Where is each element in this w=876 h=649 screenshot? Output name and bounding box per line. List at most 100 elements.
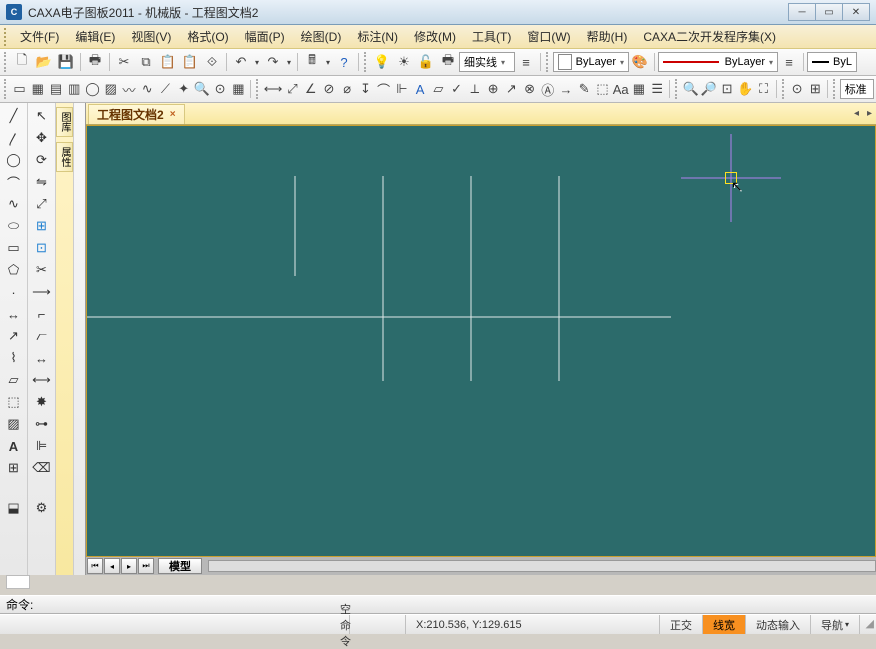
wave-icon[interactable]: 〰 [120, 78, 138, 100]
ray-icon[interactable]: ↗ [3, 327, 25, 345]
side-tab-2[interactable]: 属性 [56, 142, 73, 172]
print-icon[interactable]: 🖶 [84, 51, 106, 73]
color-wheel-icon[interactable]: 🎨 [629, 51, 651, 73]
status-ortho[interactable]: 正交 [660, 615, 703, 634]
section-icon[interactable]: ⊗ [520, 78, 538, 100]
extend-icon[interactable]: ⟶ [31, 283, 53, 301]
boundary-icon[interactable]: ⬚ [3, 393, 25, 411]
help-icon[interactable]: ? [333, 51, 355, 73]
center-icon[interactable]: ⊕ [484, 78, 502, 100]
model-tab[interactable]: 模型 [158, 558, 202, 574]
save-icon[interactable]: 💾 [55, 51, 77, 73]
region-icon[interactable]: ▱ [3, 371, 25, 389]
resize-grip-icon[interactable]: ◢ [860, 617, 876, 632]
hscroll-track[interactable] [208, 560, 876, 572]
hatch2-icon[interactable]: ▨ [3, 415, 25, 433]
rect-icon[interactable]: ▭ [3, 239, 25, 257]
table-icon[interactable]: ▦ [229, 78, 247, 100]
prev-layout-icon[interactable]: ◂ [104, 558, 120, 574]
dim-arc-icon[interactable]: ⌒ [375, 78, 393, 100]
override-icon[interactable]: ⬚ [593, 78, 611, 100]
spline-icon[interactable]: ∿ [3, 195, 25, 213]
erase-icon[interactable]: ⌫ [31, 459, 53, 477]
rev-icon[interactable]: ▤ [47, 78, 65, 100]
leader-icon[interactable]: ↗ [502, 78, 520, 100]
menu-view[interactable]: 视图(V) [123, 26, 179, 47]
toolbar2-grip-5[interactable] [833, 79, 837, 99]
minimize-button[interactable]: ─ [788, 3, 816, 21]
style-icon[interactable]: Aa [612, 78, 630, 100]
menu-modify[interactable]: 修改(M) [406, 26, 464, 47]
weld-icon[interactable]: ⟂ [466, 78, 484, 100]
menu-grip[interactable] [4, 28, 10, 46]
copy-icon[interactable]: ⧉ [135, 51, 157, 73]
array-icon[interactable]: ⊞ [31, 217, 53, 235]
menu-tools[interactable]: 工具(T) [464, 26, 519, 47]
tol-datum-icon[interactable]: ▱ [429, 78, 447, 100]
status-nav[interactable]: 导航▾ [811, 615, 860, 634]
edit-dim-icon[interactable]: ✎ [575, 78, 593, 100]
text-icon[interactable]: A [3, 437, 25, 455]
hatch-icon[interactable]: ▨ [102, 78, 120, 100]
stretch-icon[interactable]: ↔ [31, 349, 53, 367]
bulb-icon[interactable]: 💡 [371, 51, 393, 73]
line-icon[interactable]: ╱ [3, 107, 25, 125]
zoom-window-icon[interactable]: ⊡ [718, 78, 736, 100]
menu-page[interactable]: 幅面(P) [237, 26, 293, 47]
undo-drop-icon[interactable]: ▾ [252, 51, 262, 73]
status-lineweight[interactable]: 线宽 [703, 615, 746, 634]
tol-geom-icon[interactable]: A [411, 78, 429, 100]
symbol2-icon[interactable]: ✦ [175, 78, 193, 100]
menu-sdk[interactable]: CAXA二次开发程序集(X) [635, 26, 784, 47]
paste-special-icon[interactable]: 📋 [179, 51, 201, 73]
last-select[interactable]: ByL [807, 52, 857, 72]
move-icon[interactable]: ✥ [31, 129, 53, 147]
cmd-mini-box[interactable] [6, 575, 30, 589]
snap-icon[interactable]: ⊞ [806, 78, 824, 100]
layer-manager-icon[interactable]: ≡ [515, 51, 537, 73]
dimstyle-select[interactable]: 标准 [840, 79, 874, 99]
point-icon[interactable]: · [3, 283, 25, 301]
align-icon[interactable]: ⊫ [31, 437, 53, 455]
toolbar2-grip-2[interactable] [256, 79, 260, 99]
doc tab-close-icon[interactable]: × [170, 109, 176, 120]
scale-icon[interactable]: ⤢ [31, 195, 53, 213]
menu-draw[interactable]: 绘图(D) [293, 26, 350, 47]
new-icon[interactable]: 🗋 [11, 51, 33, 73]
layer-select[interactable]: ByLayer▾ [553, 52, 629, 72]
props-icon[interactable]: ⚙ [31, 499, 53, 517]
join-icon[interactable]: ⊶ [31, 415, 53, 433]
toolbar2-grip-4[interactable] [782, 79, 786, 99]
tab-next-icon[interactable]: ▸ [863, 108, 876, 119]
redo-icon[interactable]: ↷ [262, 51, 284, 73]
calc-icon[interactable]: 🖩 [301, 51, 323, 73]
explode-icon[interactable]: ✸ [31, 393, 53, 411]
balloon-icon[interactable]: ◯ [83, 78, 101, 100]
bom-icon[interactable]: ▥ [65, 78, 83, 100]
dim-table-icon[interactable]: ▦ [630, 78, 648, 100]
linetype2-select[interactable]: ByLayer▾ [658, 52, 778, 72]
dim-baseline-icon[interactable]: ⊩ [393, 78, 411, 100]
osnap-icon[interactable]: ⊙ [788, 78, 806, 100]
detail-icon[interactable]: ⊙ [211, 78, 229, 100]
pline-icon[interactable]: 〳 [3, 129, 25, 147]
menu-help[interactable]: 帮助(H) [579, 26, 636, 47]
menu-edit[interactable]: 编辑(E) [67, 26, 123, 47]
symbol1-icon[interactable]: ⟋ [156, 78, 174, 100]
dim-radius-icon[interactable]: ⊘ [320, 78, 338, 100]
next-layout-icon[interactable]: ▸ [121, 558, 137, 574]
dim-diameter-icon[interactable]: ⌀ [338, 78, 356, 100]
ellipse-icon[interactable]: ⬭ [3, 217, 25, 235]
zoom-in-icon[interactable]: 🔍 [682, 78, 700, 100]
pan-icon[interactable]: ✋ [736, 78, 754, 100]
insert-icon[interactable]: ⬓ [3, 499, 25, 517]
view-label-icon[interactable]: Ⓐ [539, 78, 557, 100]
linetype-select[interactable]: 细实线▾ [459, 52, 515, 72]
zoom-extents-icon[interactable]: ⛶ [754, 78, 772, 100]
dim-ord-icon[interactable]: ↧ [356, 78, 374, 100]
offset-icon[interactable]: ⊡ [31, 239, 53, 257]
roughness-icon[interactable]: ✓ [447, 78, 465, 100]
select-icon[interactable]: ↖ [31, 107, 53, 125]
menu-window[interactable]: 窗口(W) [519, 26, 578, 47]
dim-aligned-icon[interactable]: ⤢ [283, 78, 301, 100]
